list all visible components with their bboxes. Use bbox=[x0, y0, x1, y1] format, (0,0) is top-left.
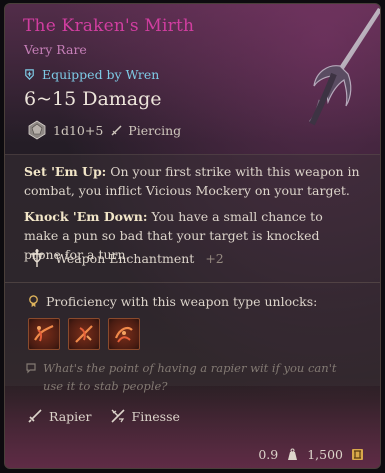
action-slot-3[interactable] bbox=[108, 318, 140, 350]
damage-dice: 1d10+5 bbox=[53, 122, 104, 138]
speech-icon bbox=[26, 363, 36, 374]
gold-icon bbox=[352, 449, 363, 460]
flourish-action-icon bbox=[75, 325, 93, 343]
action-slot-2[interactable] bbox=[68, 318, 100, 350]
finesse-icon bbox=[110, 409, 125, 423]
damage-range: 6~15 Damage bbox=[24, 88, 162, 110]
passive-name: Knock 'Em Down: bbox=[24, 209, 148, 224]
trait-label: Finesse bbox=[131, 408, 180, 424]
enchantment-label: Weapon Enchantment bbox=[55, 250, 195, 266]
proficiency-title: Proficiency with this weapon type unlock… bbox=[46, 294, 318, 309]
proficiency-header: Proficiency with this weapon type unlock… bbox=[27, 294, 317, 309]
item-tooltip: The Kraken's Mirth Very Rare Equipped by… bbox=[4, 3, 381, 469]
passive-name: Set 'Em Up: bbox=[24, 164, 107, 179]
action-slot-1[interactable] bbox=[28, 318, 60, 350]
item-footer: 0.9 1,500 bbox=[258, 447, 364, 462]
rapier-weapon-image bbox=[308, 8, 380, 126]
enchantment-bonus: +2 bbox=[205, 250, 224, 266]
damage-type: Piercing bbox=[128, 122, 182, 138]
rapier-icon bbox=[28, 409, 42, 423]
lunge-action-icon bbox=[34, 324, 54, 342]
proficiency-actions bbox=[28, 318, 140, 350]
trait-label: Rapier bbox=[49, 408, 92, 424]
flavor-text: What's the point of having a rapier wit … bbox=[25, 359, 360, 395]
proficiency-icon bbox=[29, 295, 38, 308]
trait-finesse[interactable]: Finesse bbox=[110, 408, 180, 424]
item-rarity: Very Rare bbox=[24, 42, 87, 57]
flavor-quote: What's the point of having a rapier wit … bbox=[43, 361, 337, 393]
weapon-enchantment[interactable]: Weapon Enchantment +2 bbox=[27, 248, 224, 268]
item-title: The Kraken's Mirth bbox=[23, 16, 195, 36]
passive-set-em-up: Set 'Em Up: On your first strike with th… bbox=[24, 162, 360, 200]
item-weight: 0.9 bbox=[258, 447, 279, 462]
item-value: 1,500 bbox=[307, 447, 343, 462]
divider bbox=[5, 282, 380, 283]
equipped-icon bbox=[25, 69, 34, 80]
damage-details: 1d10+5 Piercing bbox=[27, 120, 181, 140]
weight-icon bbox=[288, 448, 298, 460]
dice-icon bbox=[28, 120, 46, 140]
equipped-by: Equipped by Wren bbox=[23, 67, 159, 82]
equipped-label: Equipped by Wren bbox=[42, 67, 160, 82]
slash-action-icon bbox=[114, 327, 133, 343]
piercing-icon bbox=[111, 124, 122, 136]
weapon-traits: Rapier Finesse bbox=[27, 408, 192, 424]
trait-rapier[interactable]: Rapier bbox=[27, 408, 92, 424]
enchantment-icon bbox=[31, 249, 43, 267]
